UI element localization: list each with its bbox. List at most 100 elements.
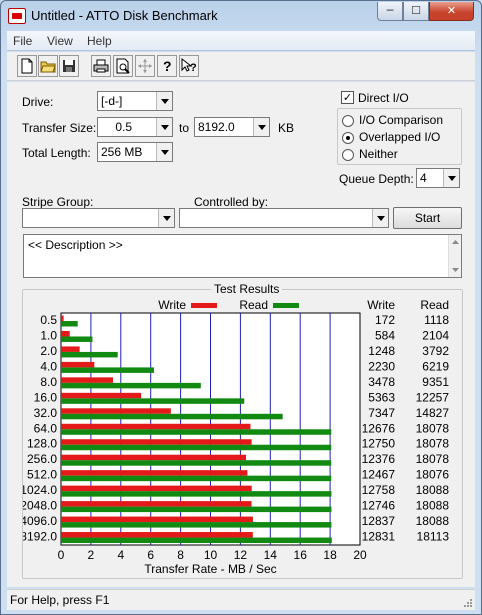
queue-depth-value: 4 (420, 171, 427, 185)
menu-file[interactable]: File (13, 34, 32, 48)
chevron-down-icon[interactable] (372, 209, 388, 227)
write-bar (61, 470, 248, 476)
x-tick-label: 4 (117, 548, 124, 562)
atto-app-icon[interactable] (8, 8, 26, 24)
write-bar (61, 346, 80, 352)
x-tick-label: 0 (58, 548, 65, 562)
read-bar (61, 321, 78, 327)
scroll-down-icon (452, 268, 459, 272)
read-bar (61, 522, 332, 528)
open-folder-icon[interactable] (38, 55, 58, 77)
print-preview-icon[interactable] (113, 55, 133, 77)
description-text: << Description >> (28, 238, 123, 252)
description-textarea[interactable]: << Description >> (23, 234, 462, 278)
write-value: 12676 (362, 421, 396, 435)
resize-grip-icon[interactable] (461, 596, 473, 608)
minimize-button[interactable]: ─ (377, 2, 403, 21)
title-bar[interactable]: Untitled - ATTO Disk Benchmark ─ ☐ ✕ (1, 1, 481, 31)
total-length-label: Total Length: (22, 146, 91, 160)
direct-io-label[interactable]: Direct I/O (358, 91, 409, 105)
write-bar (61, 330, 70, 337)
y-tick-label: 16.0 (34, 390, 58, 404)
write-value: 12758 (362, 483, 396, 497)
neither-label[interactable]: Neither (359, 147, 398, 161)
context-help-icon[interactable]: ? (179, 55, 199, 77)
help-icon[interactable]: ? (157, 55, 177, 77)
write-bar (61, 485, 252, 492)
transfer-size-to-select[interactable]: 8192.0 (194, 117, 270, 137)
maximize-button[interactable]: ☐ (403, 2, 429, 21)
chevron-down-icon[interactable] (156, 118, 172, 136)
read-bar (61, 475, 332, 482)
write-value: 12467 (362, 468, 396, 482)
io-mode-group: I/O Comparison Overlapped I/O Neither (337, 108, 462, 165)
write-bar (61, 532, 253, 538)
y-tick-label: 64.0 (34, 421, 58, 435)
read-column-header: Read (420, 298, 449, 312)
read-bar (61, 413, 283, 420)
read-bar (61, 444, 332, 451)
y-tick-label: 4.0 (40, 359, 57, 373)
chevron-down-icon[interactable] (156, 92, 172, 110)
total-length-value: 256 MB (101, 145, 143, 159)
scroll-up-icon (452, 240, 459, 244)
y-tick-label: 512.0 (27, 468, 57, 482)
read-value: 18078 (416, 437, 450, 451)
overlapped-io-label[interactable]: Overlapped I/O (359, 130, 440, 144)
drive-label: Drive: (22, 95, 54, 109)
write-value: 12750 (362, 437, 396, 451)
chevron-down-icon[interactable] (158, 209, 174, 227)
read-bar (61, 491, 332, 497)
overlapped-io-radio[interactable] (342, 132, 354, 144)
read-bar (61, 367, 154, 373)
test-results-group: Test Results Write Read Write Read 0 2 4 6 8 10 12… (22, 282, 463, 579)
write-bar (61, 377, 113, 383)
transfer-size-label: Transfer Size: (22, 121, 97, 135)
y-tick-label: 0.5 (40, 313, 57, 327)
print-icon[interactable] (91, 55, 111, 77)
chevron-down-icon[interactable] (156, 143, 172, 161)
transfer-unit-label: KB (278, 121, 295, 135)
write-bar (61, 501, 252, 507)
io-comparison-radio[interactable] (342, 115, 354, 127)
read-bar (61, 398, 245, 404)
write-value: 12746 (362, 499, 396, 513)
y-tick-label: 8192.0 (23, 530, 57, 544)
read-value: 18088 (416, 499, 450, 513)
chevron-down-icon[interactable] (253, 118, 269, 136)
write-bar (61, 392, 142, 399)
io-comparison-label[interactable]: I/O Comparison (359, 113, 443, 127)
queue-depth-label: Queue Depth: (339, 172, 414, 186)
new-file-icon[interactable] (17, 55, 37, 77)
close-button[interactable]: ✕ (429, 2, 474, 21)
direct-io-checkbox[interactable]: ✓ (341, 91, 354, 104)
total-length-select[interactable]: 256 MB (97, 142, 173, 162)
write-value: 12376 (362, 452, 396, 466)
read-bar (61, 382, 201, 389)
queue-depth-select[interactable]: 4 (416, 168, 460, 188)
controlled-by-label: Controlled by: (194, 195, 269, 209)
neither-radio[interactable] (342, 149, 354, 161)
svg-text:?: ? (190, 62, 197, 74)
drive-select[interactable]: [-d-] (97, 91, 173, 111)
y-tick-label: 1024.0 (23, 483, 57, 497)
y-tick-label: 1.0 (40, 328, 57, 342)
read-value: 14827 (416, 406, 450, 420)
read-value: 18078 (416, 452, 450, 466)
menu-view[interactable]: View (47, 34, 73, 48)
transfer-size-from-value: 0.5 (115, 120, 132, 134)
x-tick-label: 18 (323, 548, 337, 562)
x-tick-label: 10 (204, 548, 218, 562)
start-button[interactable]: Start (393, 207, 462, 229)
save-icon[interactable] (59, 55, 79, 77)
description-scrollbar[interactable] (448, 235, 461, 277)
x-tick-label: 14 (264, 548, 278, 562)
menu-help[interactable]: Help (87, 34, 112, 48)
read-value: 18088 (416, 514, 450, 528)
controlled-by-select[interactable] (179, 208, 389, 228)
read-bar (61, 429, 332, 435)
transfer-size-from-select[interactable]: 0.5 (97, 117, 173, 137)
write-value: 3478 (368, 375, 395, 389)
chevron-down-icon[interactable] (443, 169, 459, 187)
stripe-group-select[interactable] (22, 208, 175, 228)
